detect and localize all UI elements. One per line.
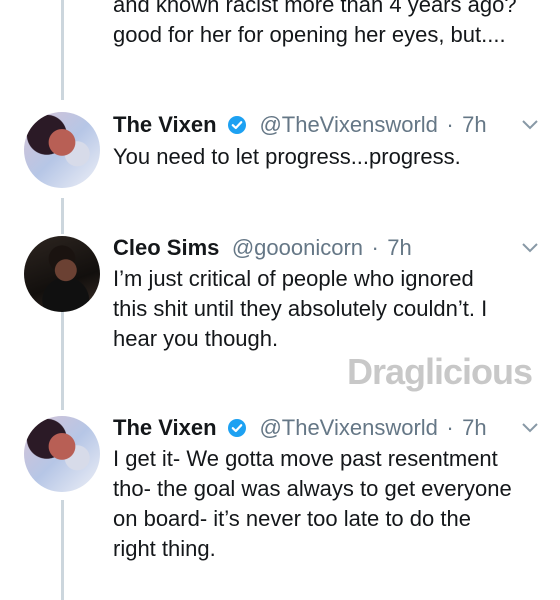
timestamp[interactable]: 7h: [462, 415, 486, 440]
display-name[interactable]: The Vixen: [113, 415, 217, 440]
tweet-text: and known racist more than 4 years ago? …: [113, 0, 533, 50]
tweet-header: Cleo Sims @gooonicorn · 7h: [113, 235, 412, 261]
verified-badge-icon: [227, 418, 247, 443]
tweet-header: The Vixen @TheVixensworld · 7h: [113, 415, 487, 443]
tweet-text: You need to let progress...progress.: [113, 144, 461, 169]
handle[interactable]: @TheVixensworld: [259, 112, 437, 137]
tweet-text-line: tho- the goal was always to get everyone: [113, 476, 512, 501]
separator: ·: [446, 112, 454, 137]
timestamp[interactable]: 7h: [462, 112, 486, 137]
thread-line: [61, 500, 64, 600]
tweet-text-line: good for her for opening her eyes, but..…: [113, 22, 506, 47]
display-name[interactable]: The Vixen: [113, 112, 217, 137]
tweet-text-line: and known racist more than 4 years ago?: [113, 0, 517, 17]
tweet-text: I’m just critical of people who ignored …: [113, 264, 533, 354]
separator: ·: [371, 235, 379, 260]
chevron-down-icon[interactable]: [521, 242, 539, 254]
display-name[interactable]: Cleo Sims: [113, 235, 219, 260]
handle[interactable]: @TheVixensworld: [259, 415, 437, 440]
avatar[interactable]: [24, 416, 100, 492]
tweet-header: The Vixen @TheVixensworld · 7h: [113, 112, 487, 140]
tweet-text: I get it- We gotta move past resentment …: [113, 444, 533, 564]
thread-line: [61, 198, 64, 234]
tweet-text-line: on board- it’s never too late to do the: [113, 506, 471, 531]
tweet-text-line: right thing.: [113, 536, 216, 561]
avatar[interactable]: [24, 236, 100, 312]
thread-line: [61, 300, 64, 410]
separator: ·: [446, 415, 454, 440]
svg-text:Draglicious: Draglicious: [347, 351, 532, 392]
timestamp[interactable]: 7h: [387, 235, 411, 260]
tweet-text-line: I get it- We gotta move past resentment: [113, 446, 498, 471]
chevron-down-icon[interactable]: [521, 422, 539, 434]
thread-line: [61, 0, 64, 100]
tweet-text-line: this shit until they absolutely couldn’t…: [113, 296, 488, 321]
handle[interactable]: @gooonicorn: [232, 235, 363, 260]
tweet-text-line: I’m just critical of people who ignored: [113, 266, 474, 291]
verified-badge-icon: [227, 115, 247, 140]
watermark-logo: Draglicious: [347, 348, 537, 404]
chevron-down-icon[interactable]: [521, 119, 539, 131]
avatar[interactable]: [24, 112, 100, 188]
